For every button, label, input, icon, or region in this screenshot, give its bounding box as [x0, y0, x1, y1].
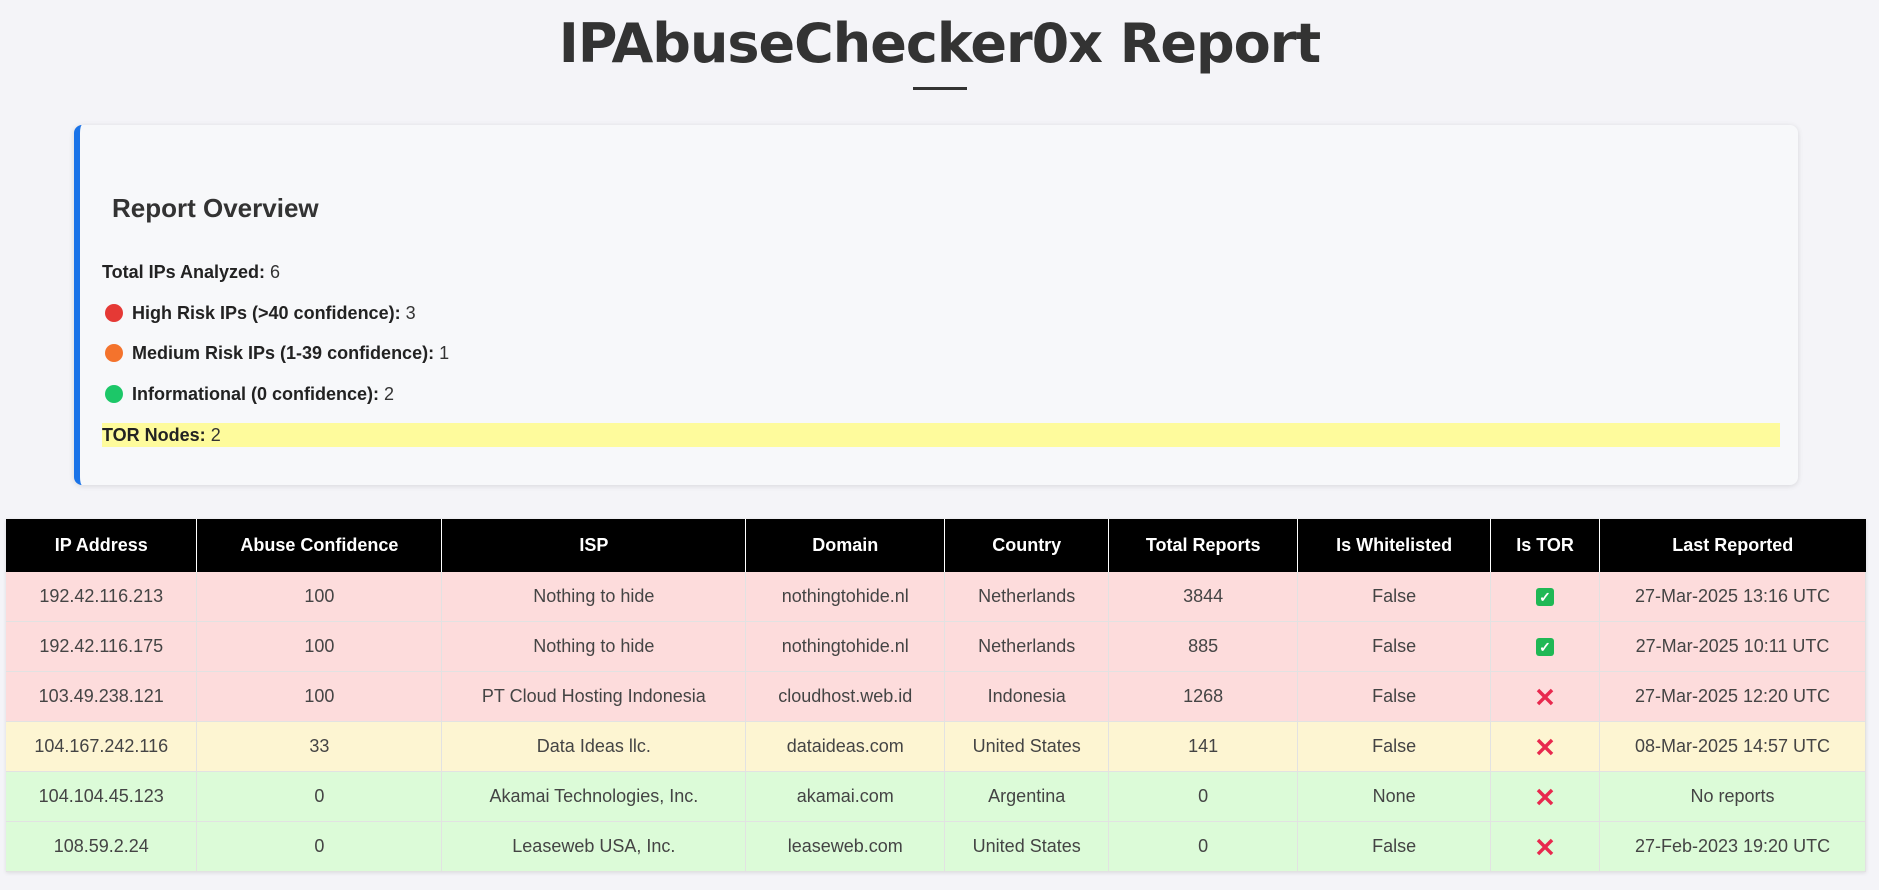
reports-cell: 141: [1108, 721, 1299, 772]
confidence-cell: 100: [196, 572, 443, 622]
whitelisted-cell: None: [1297, 771, 1492, 822]
table-row: 192.42.116.175 100 Nothing to hide nothi…: [6, 621, 1866, 672]
informational-stat: Informational (0 confidence): 2: [102, 382, 394, 406]
tor-cell: ✕: [1490, 721, 1601, 772]
table-row: 192.42.116.213 100 Nothing to hide nothi…: [6, 572, 1866, 622]
tor-cell: ✓: [1490, 572, 1601, 622]
confidence-cell: 100: [196, 671, 443, 722]
table-row: 108.59.2.24 0 Leaseweb USA, Inc. leasewe…: [6, 821, 1866, 872]
table-header-row: IP Address Abuse Confidence ISP Domain C…: [6, 519, 1866, 572]
high-risk-label: High Risk IPs (>40 confidence):: [132, 303, 401, 323]
country-cell: Indonesia: [944, 671, 1110, 722]
reports-cell: 0: [1108, 821, 1299, 872]
country-cell: Argentina: [944, 771, 1110, 822]
column-header-isp[interactable]: ISP: [441, 519, 747, 572]
table-row: 104.167.242.116 33 Data Ideas llc. datai…: [6, 721, 1866, 772]
domain-cell: nothingtohide.nl: [745, 621, 946, 672]
domain-cell: cloudhost.web.id: [745, 671, 946, 722]
ip-cell: 192.42.116.175: [6, 621, 198, 672]
orange-circle-icon: [105, 344, 123, 362]
whitelisted-cell: False: [1297, 621, 1492, 672]
tor-cell: ✕: [1490, 771, 1601, 822]
confidence-cell: 0: [196, 821, 443, 872]
domain-cell: leaseweb.com: [745, 821, 946, 872]
isp-cell: Data Ideas llc.: [441, 721, 747, 772]
informational-label: Informational (0 confidence):: [132, 384, 380, 404]
last-reported-cell: No reports: [1599, 771, 1866, 822]
tor-cell: ✕: [1490, 821, 1601, 872]
tor-nodes-stat: TOR Nodes: 2: [102, 423, 1780, 447]
medium-risk-label: Medium Risk IPs (1-39 confidence):: [132, 343, 435, 363]
table-row: 103.49.238.121 100 PT Cloud Hosting Indo…: [6, 671, 1866, 722]
tor-nodes-label: TOR Nodes:: [102, 425, 206, 445]
tor-nodes-value: 2: [210, 425, 221, 445]
ip-report-table: IP Address Abuse Confidence ISP Domain C…: [6, 519, 1866, 872]
whitelisted-cell: False: [1297, 671, 1492, 722]
column-header-confidence[interactable]: Abuse Confidence: [196, 519, 443, 572]
country-cell: Netherlands: [944, 621, 1110, 672]
green-circle-icon: [105, 385, 123, 403]
ip-cell: 192.42.116.213: [6, 572, 198, 622]
check-icon: ✓: [1536, 588, 1555, 607]
confidence-cell: 0: [196, 771, 443, 822]
total-ips-stat: Total IPs Analyzed: 6: [102, 260, 280, 284]
last-reported-cell: 27-Mar-2025 13:16 UTC: [1599, 572, 1866, 622]
whitelisted-cell: False: [1297, 821, 1492, 872]
column-header-ip[interactable]: IP Address: [6, 519, 198, 572]
ip-cell: 108.59.2.24: [6, 821, 198, 872]
ip-cell: 103.49.238.121: [6, 671, 198, 722]
whitelisted-cell: False: [1297, 721, 1492, 772]
title-underline: [912, 87, 967, 90]
reports-cell: 3844: [1108, 572, 1299, 622]
column-header-country[interactable]: Country: [944, 519, 1110, 572]
high-risk-stat: High Risk IPs (>40 confidence): 3: [102, 301, 416, 325]
ip-cell: 104.167.242.116: [6, 721, 198, 772]
isp-cell: Leaseweb USA, Inc.: [441, 821, 747, 872]
domain-cell: nothingtohide.nl: [745, 572, 946, 622]
whitelisted-cell: False: [1297, 572, 1492, 622]
red-circle-icon: [105, 304, 123, 322]
isp-cell: Nothing to hide: [441, 572, 747, 622]
cross-icon: ✕: [1534, 832, 1556, 863]
country-cell: United States: [944, 821, 1110, 872]
tor-cell: ✓: [1490, 621, 1601, 672]
reports-cell: 885: [1108, 621, 1299, 672]
column-header-reports[interactable]: Total Reports: [1108, 519, 1299, 572]
cross-icon: ✕: [1534, 782, 1556, 813]
cross-icon: ✕: [1534, 732, 1556, 763]
column-header-whitelisted[interactable]: Is Whitelisted: [1297, 519, 1492, 572]
high-risk-value: 3: [405, 303, 416, 323]
total-ips-value: 6: [270, 262, 281, 282]
isp-cell: PT Cloud Hosting Indonesia: [441, 671, 747, 722]
country-cell: Netherlands: [944, 572, 1110, 622]
check-icon: ✓: [1536, 638, 1555, 657]
confidence-cell: 33: [196, 721, 443, 772]
column-header-domain[interactable]: Domain: [745, 519, 946, 572]
confidence-cell: 100: [196, 621, 443, 672]
isp-cell: Nothing to hide: [441, 621, 747, 672]
reports-cell: 1268: [1108, 671, 1299, 722]
column-header-tor[interactable]: Is TOR: [1490, 519, 1601, 572]
cross-icon: ✕: [1534, 682, 1556, 713]
overview-heading: Report Overview: [112, 193, 319, 223]
last-reported-cell: 27-Mar-2025 12:20 UTC: [1599, 671, 1866, 722]
medium-risk-value: 1: [439, 343, 450, 363]
last-reported-cell: 08-Mar-2025 14:57 UTC: [1599, 721, 1866, 772]
last-reported-cell: 27-Mar-2025 10:11 UTC: [1599, 621, 1866, 672]
informational-value: 2: [384, 384, 395, 404]
column-header-last-reported[interactable]: Last Reported: [1599, 519, 1866, 572]
tor-cell: ✕: [1490, 671, 1601, 722]
domain-cell: akamai.com: [745, 771, 946, 822]
table-row: 104.104.45.123 0 Akamai Technologies, In…: [6, 771, 1866, 822]
page-title: IPAbuseChecker0x Report: [558, 12, 1321, 75]
last-reported-cell: 27-Feb-2023 19:20 UTC: [1599, 821, 1866, 872]
domain-cell: dataideas.com: [745, 721, 946, 772]
ip-cell: 104.104.45.123: [6, 771, 198, 822]
isp-cell: Akamai Technologies, Inc.: [441, 771, 747, 822]
total-ips-label: Total IPs Analyzed:: [102, 262, 266, 282]
country-cell: United States: [944, 721, 1110, 772]
reports-cell: 0: [1108, 771, 1299, 822]
medium-risk-stat: Medium Risk IPs (1-39 confidence): 1: [102, 341, 449, 365]
report-overview-card: Report Overview Total IPs Analyzed: 6 Hi…: [74, 125, 1798, 485]
